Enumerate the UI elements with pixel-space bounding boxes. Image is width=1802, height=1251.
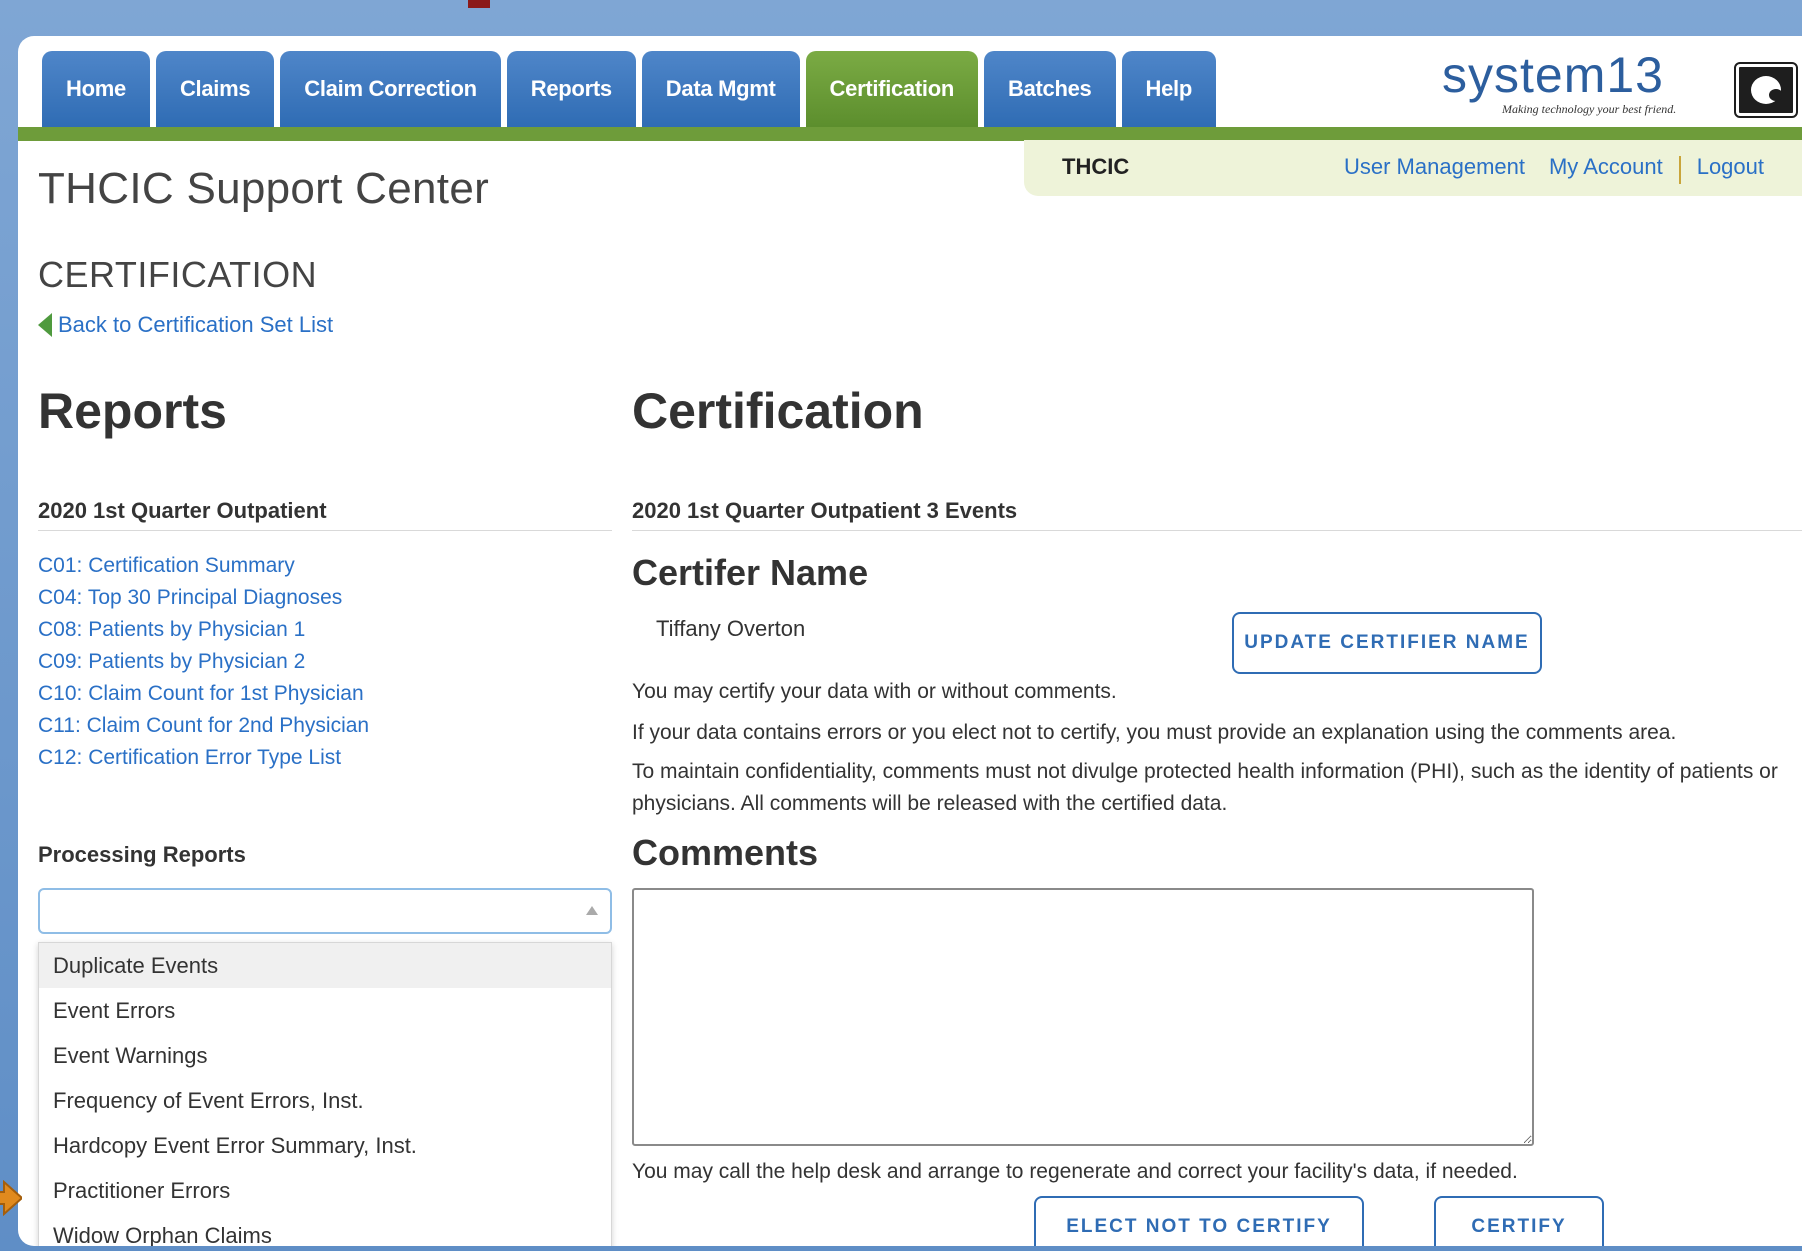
reports-heading: Reports xyxy=(38,383,227,439)
main-nav: Home Claims Claim Correction Reports Dat… xyxy=(42,51,1216,127)
option-widow-orphan-claims[interactable]: Widow Orphan Claims xyxy=(39,1213,611,1246)
page: Home Claims Claim Correction Reports Dat… xyxy=(18,36,1802,1246)
tab-reports[interactable]: Reports xyxy=(506,51,636,127)
header-accent xyxy=(468,0,490,8)
tab-claim-correction[interactable]: Claim Correction xyxy=(280,51,501,127)
user-management-link[interactable]: User Management xyxy=(1332,154,1537,186)
certification-heading: Certification xyxy=(632,383,924,439)
report-link-c08[interactable]: C08: Patients by Physician 1 xyxy=(38,614,369,646)
report-link-c10[interactable]: C10: Claim Count for 1st Physician xyxy=(38,678,369,710)
processing-reports-dropdown: Duplicate Events Event Errors Event Warn… xyxy=(38,942,612,1246)
tab-help[interactable]: Help xyxy=(1121,51,1216,127)
confidentiality-note: To maintain confidentiality, comments mu… xyxy=(632,760,1778,815)
pointer-arrow-icon xyxy=(0,1180,22,1216)
processing-reports-heading: Processing Reports xyxy=(38,842,246,867)
option-hardcopy-summary[interactable]: Hardcopy Event Error Summary, Inst. xyxy=(39,1123,611,1168)
certification-subheading: 2020 1st Quarter Outpatient 3 Events xyxy=(632,498,1802,531)
link-divider xyxy=(1678,156,1681,184)
comments-textarea[interactable] xyxy=(632,888,1534,1146)
site-title: THCIC Support Center xyxy=(38,164,490,213)
reports-subheading: 2020 1st Quarter Outpatient xyxy=(38,498,612,531)
certifier-heading: Certifer Name xyxy=(632,552,869,593)
logo-wordmark: system13 xyxy=(1442,47,1664,103)
explanation-note: If your data contains errors or you elec… xyxy=(632,721,1677,744)
section-title: CERTIFICATION xyxy=(38,254,318,295)
help-desk-note: You may call the help desk and arrange t… xyxy=(632,1160,1518,1183)
option-event-warnings[interactable]: Event Warnings xyxy=(39,1033,611,1078)
system13-logo: system13 Making technology your best fri… xyxy=(1430,47,1800,120)
processing-reports-select[interactable] xyxy=(38,888,612,934)
back-link-label: Back to Certification Set List xyxy=(58,312,334,337)
org-name: THCIC xyxy=(1062,154,1130,179)
report-list: C01: Certification Summary C04: Top 30 P… xyxy=(38,550,369,774)
report-link-c11[interactable]: C11: Claim Count for 2nd Physician xyxy=(38,710,369,742)
option-frequency-event-errors[interactable]: Frequency of Event Errors, Inst. xyxy=(39,1078,611,1123)
logout-link[interactable]: Logout xyxy=(1685,154,1776,186)
user-bar: THCIC User Management My Account Logout xyxy=(1024,140,1802,196)
tab-home[interactable]: Home xyxy=(42,51,150,127)
tab-batches[interactable]: Batches xyxy=(984,51,1116,127)
logo-tagline: Making technology your best friend. xyxy=(1502,102,1677,116)
comments-heading: Comments xyxy=(632,832,819,873)
option-duplicate-events[interactable]: Duplicate Events xyxy=(39,943,611,988)
report-link-c04[interactable]: C04: Top 30 Principal Diagnoses xyxy=(38,582,369,614)
certifier-name: Tiffany Overton xyxy=(656,616,806,641)
tab-data-mgmt[interactable]: Data Mgmt xyxy=(641,51,800,127)
chevron-up-icon xyxy=(586,906,598,915)
report-link-c12[interactable]: C12: Certification Error Type List xyxy=(38,742,369,774)
elect-not-to-certify-button[interactable]: ELECT NOT TO CERTIFY xyxy=(1034,1196,1364,1246)
back-link[interactable]: Back to Certification Set List xyxy=(38,312,333,338)
certify-button[interactable]: CERTIFY xyxy=(1434,1196,1604,1246)
report-link-c09[interactable]: C09: Patients by Physician 2 xyxy=(38,646,369,678)
option-event-errors[interactable]: Event Errors xyxy=(39,988,611,1033)
certify-note: You may certify your data with or withou… xyxy=(632,680,1117,703)
option-practitioner-errors[interactable]: Practitioner Errors xyxy=(39,1168,611,1213)
report-link-c01[interactable]: C01: Certification Summary xyxy=(38,550,369,582)
tab-claims[interactable]: Claims xyxy=(155,51,275,127)
back-arrow-icon xyxy=(38,313,52,337)
dog-logo-icon xyxy=(1734,62,1798,118)
tab-certification[interactable]: Certification xyxy=(805,51,978,127)
account-links: User Management My Account Logout xyxy=(1332,154,1776,186)
nav-underline xyxy=(18,127,1802,141)
my-account-link[interactable]: My Account xyxy=(1537,154,1675,186)
update-certifier-button[interactable]: UPDATE CERTIFIER NAME xyxy=(1232,612,1542,674)
